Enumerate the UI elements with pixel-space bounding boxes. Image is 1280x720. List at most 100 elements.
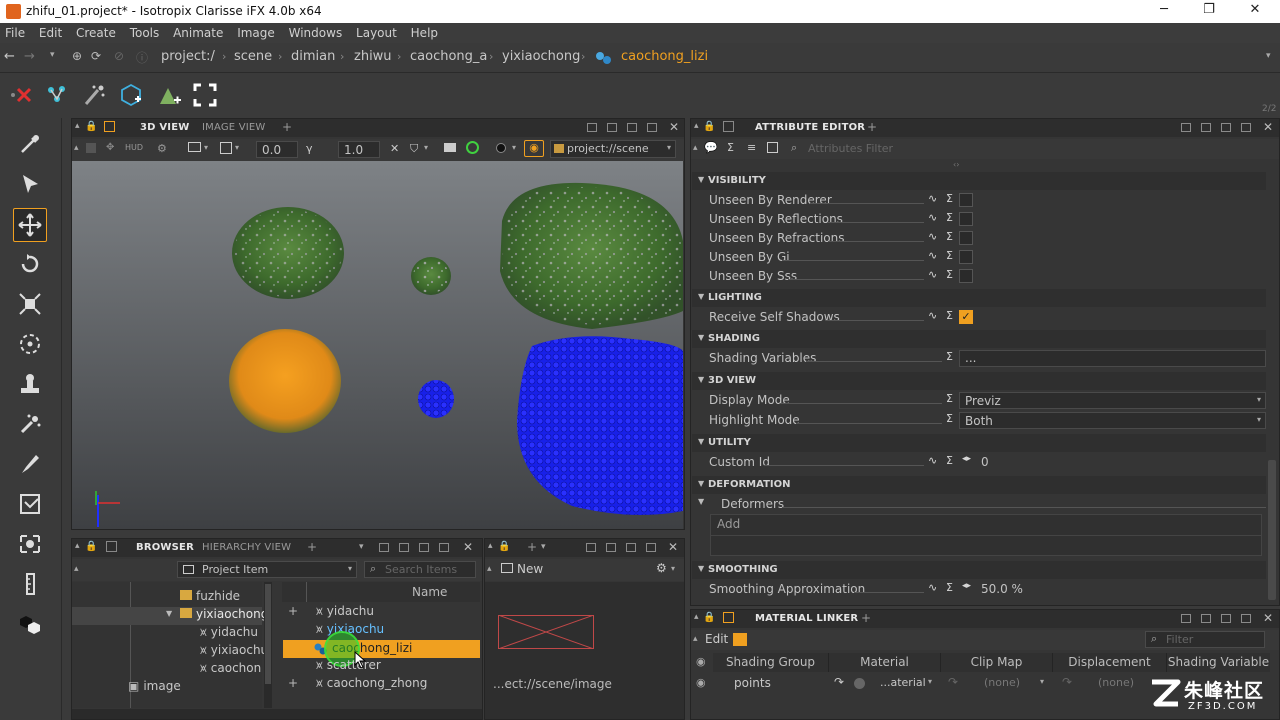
layout-split-h-icon[interactable]	[1201, 614, 1211, 623]
layout-grid-icon[interactable]	[1181, 123, 1191, 132]
add-tab-button[interactable]: +	[307, 540, 317, 554]
link-arrow-icon[interactable]: ↷	[1062, 675, 1072, 689]
menu-help[interactable]: Help	[406, 23, 443, 40]
menu-layout[interactable]: Layout	[351, 23, 402, 40]
history-dropdown-icon[interactable]: ▾	[50, 50, 55, 60]
breadcrumb-zhiwu[interactable]: zhiwu	[354, 49, 392, 67]
camera-icon[interactable]	[444, 143, 456, 152]
universal-tool-icon[interactable]	[16, 330, 44, 358]
animate-curve-icon[interactable]: ∿	[928, 211, 937, 224]
shading-icon[interactable]	[496, 143, 506, 153]
collapse-icon[interactable]: ▴	[694, 121, 699, 131]
tree-item-fuzhide[interactable]: fuzhide	[180, 589, 240, 607]
lock-icon[interactable]: 🔒	[85, 541, 97, 552]
camera-tool-icon[interactable]	[16, 530, 44, 558]
sigma-icon[interactable]: Σ	[946, 230, 953, 243]
refresh-icon[interactable]: ⟳	[91, 49, 101, 63]
menu-file[interactable]: File	[0, 23, 30, 40]
visibility-eye-icon[interactable]: ◉	[696, 676, 706, 689]
minimize-button[interactable]: ─	[1149, 2, 1179, 20]
layout-maximize-icon[interactable]	[439, 543, 449, 552]
column-name-header[interactable]: Name	[412, 585, 447, 599]
attribute-scrollbar[interactable]	[1268, 460, 1276, 600]
layout-split-h-icon[interactable]	[1201, 123, 1211, 132]
custom-id-value[interactable]: 0	[981, 455, 989, 469]
tab-browser[interactable]: BROWSER	[136, 542, 194, 553]
layout-split-v-icon[interactable]	[1221, 614, 1231, 623]
scale-tool-icon[interactable]	[16, 290, 44, 318]
close-panel-icon[interactable]: ✕	[1263, 611, 1273, 625]
display-mode-select[interactable]: Previz ▾	[959, 392, 1266, 409]
section-visibility[interactable]: ▼ VISIBILITY	[692, 172, 1266, 190]
sigma-icon[interactable]: Σ	[946, 412, 953, 425]
display-icon[interactable]	[188, 142, 201, 152]
comment-icon[interactable]: 💬	[704, 141, 718, 154]
exposure-icon[interactable]	[220, 142, 232, 154]
toolbar-collapse-icon[interactable]: ▴	[74, 143, 79, 153]
unseen-by-refractions-checkbox[interactable]	[959, 231, 973, 245]
column-material[interactable]: Material	[829, 653, 941, 672]
expand-yidachu-button[interactable]: +	[288, 604, 298, 622]
layout-split-v-icon[interactable]	[419, 543, 429, 552]
lock-icon[interactable]: 🔒	[85, 121, 97, 132]
list-icon[interactable]: ≡	[747, 141, 756, 154]
tab-image-view[interactable]: IMAGE VIEW	[202, 122, 265, 133]
instancer-icon[interactable]	[118, 82, 144, 108]
layout-maximize-icon[interactable]	[1241, 123, 1251, 132]
clip-map-value[interactable]: (none)	[984, 676, 1020, 689]
preview-area[interactable]: ...ect://scene/image	[485, 582, 684, 719]
animate-curve-icon[interactable]: ∿	[928, 192, 937, 205]
toolbar-collapse-icon[interactable]: ▴	[693, 634, 698, 644]
rotate-tool-icon[interactable]	[16, 250, 44, 278]
add-tab-button[interactable]: +	[527, 540, 537, 554]
tree-item-yixiaochu[interactable]: ⩙ yixiaochu	[200, 643, 268, 661]
toolbar-collapse-icon[interactable]: ▴	[74, 564, 79, 574]
hexagon-tool-icon[interactable]	[16, 610, 44, 638]
exposure-dropdown-icon[interactable]: ▾	[235, 143, 239, 152]
menu-create[interactable]: Create	[71, 23, 121, 40]
receive-self-shadows-checkbox[interactable]: ✓	[959, 310, 973, 324]
layout-split-h-icon[interactable]	[607, 123, 617, 132]
toolbar-collapse-icon[interactable]: ▴	[693, 143, 698, 153]
menu-image[interactable]: Image	[232, 23, 280, 40]
unseen-by-gi-checkbox[interactable]	[959, 250, 973, 264]
animate-curve-icon[interactable]: ∿	[928, 249, 937, 262]
breadcrumb-dimian[interactable]: dimian	[291, 49, 335, 67]
smoothing-approximation-value[interactable]: 50.0 %	[981, 582, 1023, 596]
item-caochong-lizi[interactable]: caochong_lizi	[283, 640, 480, 658]
add-geometry-icon[interactable]	[156, 82, 182, 108]
close-panel-icon[interactable]: ✕	[463, 540, 473, 554]
panel-options-icon[interactable]	[723, 121, 734, 132]
tree-item-image[interactable]: ▣ image	[128, 679, 181, 697]
tree-item-yixiaochong[interactable]: yixiaochong	[180, 607, 268, 625]
chevron-down-icon[interactable]: ▾	[1040, 677, 1044, 686]
slider-handle-icon[interactable]: ◂▸	[962, 581, 971, 591]
section-deformation[interactable]: ▼ DEFORMATION	[692, 476, 1266, 494]
layout-split-h-icon[interactable]	[399, 543, 409, 552]
layout-split-h-icon[interactable]	[606, 543, 616, 552]
render-status-icon[interactable]	[466, 141, 479, 154]
expand-caochong-zhong-button[interactable]: +	[288, 676, 298, 694]
collapse-icon[interactable]: ▴	[75, 121, 80, 131]
section-3d-view[interactable]: ▼ 3D VIEW	[692, 372, 1266, 390]
settings-dropdown-icon[interactable]: ▾	[671, 564, 675, 573]
panel-options-icon[interactable]	[723, 612, 734, 623]
hud-toggle[interactable]: HUD	[125, 143, 143, 152]
sigma-icon[interactable]: Σ	[946, 211, 953, 224]
menu-tools[interactable]: Tools	[125, 23, 165, 40]
breadcrumb-scene[interactable]: scene	[234, 49, 272, 67]
breadcrumb-caochong-lizi[interactable]: caochong_lizi	[621, 49, 708, 67]
home-icon[interactable]: ⊕	[72, 49, 82, 63]
layout-maximize-icon[interactable]	[646, 543, 656, 552]
animate-curve-icon[interactable]: ∿	[928, 268, 937, 281]
move-tool-icon[interactable]	[13, 208, 47, 242]
close-panel-icon[interactable]: ✕	[1263, 120, 1273, 134]
tree-item-caochon[interactable]: ⩙ caochon	[200, 661, 261, 679]
tab-attribute-editor[interactable]: ATTRIBUTE EDITOR	[755, 122, 865, 133]
link-arrow-icon[interactable]: ↷	[834, 675, 844, 689]
link-arrow-icon[interactable]: ↷	[948, 675, 958, 689]
displacement-value[interactable]: (none)	[1098, 676, 1134, 689]
item-scatterer[interactable]: ⩙ scatterer	[316, 658, 381, 676]
maximize-button[interactable]: ❐	[1194, 2, 1224, 20]
highlight-mode-select[interactable]: Both ▾	[959, 412, 1266, 429]
